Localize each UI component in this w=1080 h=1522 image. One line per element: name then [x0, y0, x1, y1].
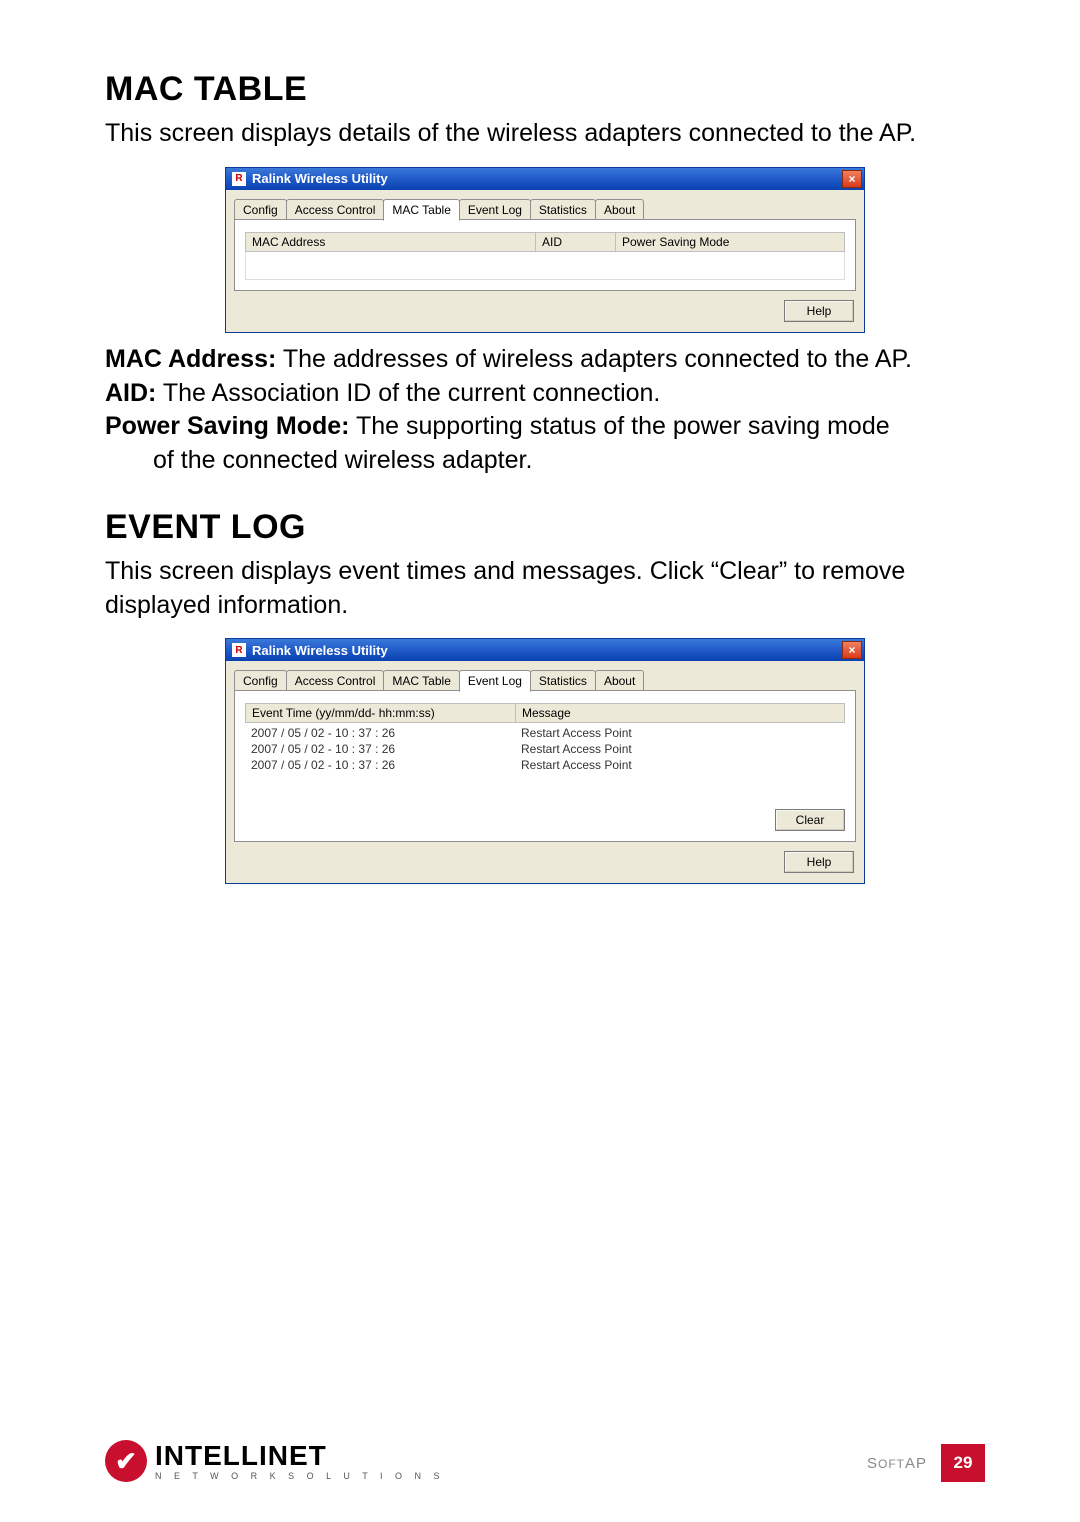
tab-config[interactable]: Config — [234, 199, 287, 221]
section-label: SOFTAP — [867, 1455, 927, 1472]
page-footer: ✔ INTELLINET N E T W O R K S O L U T I O… — [105, 1440, 985, 1482]
table-row[interactable]: 2007 / 05 / 02 - 10 : 37 : 26 Restart Ac… — [245, 741, 845, 757]
mac-address-term: MAC Address: — [105, 345, 276, 373]
tab-mac-table[interactable]: MAC Table — [383, 199, 459, 221]
close-icon[interactable]: × — [842, 170, 862, 188]
tab-access-control[interactable]: Access Control — [286, 199, 385, 221]
brand-name: INTELLINET — [155, 1442, 445, 1470]
mac-table-panel: MAC Address AID Power Saving Mode — [234, 219, 856, 291]
window-title: Ralink Wireless Utility — [252, 643, 388, 658]
tab-about[interactable]: About — [595, 670, 644, 692]
cell-message: Restart Access Point — [515, 757, 638, 773]
tabstrip: Config Access Control MAC Table Event Lo… — [226, 661, 864, 691]
table-header: Event Time (yy/mm/dd- hh:mm:ss) Message — [245, 703, 845, 723]
col-aid[interactable]: AID — [535, 232, 615, 252]
window-title: Ralink Wireless Utility — [252, 171, 388, 186]
tab-about[interactable]: About — [595, 199, 644, 221]
close-icon[interactable]: × — [842, 641, 862, 659]
tab-event-log[interactable]: Event Log — [459, 670, 531, 692]
tab-access-control[interactable]: Access Control — [286, 670, 385, 692]
brand-tagline: N E T W O R K S O L U T I O N S — [155, 1472, 445, 1481]
help-button[interactable]: Help — [784, 851, 854, 873]
mac-table-definitions: MAC Address: The addresses of wireless a… — [105, 343, 985, 478]
ralink-window-event-log: R Ralink Wireless Utility × Config Acces… — [225, 638, 865, 884]
clear-button[interactable]: Clear — [775, 809, 845, 831]
event-log-heading: EVENT LOG — [105, 508, 985, 547]
cell-time: 2007 / 05 / 02 - 10 : 37 : 26 — [245, 741, 515, 757]
cell-message: Restart Access Point — [515, 741, 638, 757]
titlebar: R Ralink Wireless Utility × — [226, 168, 864, 190]
cell-message: Restart Access Point — [515, 725, 638, 741]
aid-def: The Association ID of the current connec… — [156, 379, 660, 407]
tab-config[interactable]: Config — [234, 670, 287, 692]
ralink-window-mac-table: R Ralink Wireless Utility × Config Acces… — [225, 167, 865, 333]
aid-term: AID: — [105, 379, 156, 407]
event-log-rows: 2007 / 05 / 02 - 10 : 37 : 26 Restart Ac… — [245, 723, 845, 801]
app-icon: R — [232, 172, 246, 186]
titlebar: R Ralink Wireless Utility × — [226, 639, 864, 661]
table-row[interactable]: 2007 / 05 / 02 - 10 : 37 : 26 Restart Ac… — [245, 725, 845, 741]
col-power-saving-mode[interactable]: Power Saving Mode — [615, 232, 845, 252]
table-header: MAC Address AID Power Saving Mode — [245, 232, 845, 252]
page-number: 29 — [941, 1444, 985, 1482]
col-mac-address[interactable]: MAC Address — [245, 232, 535, 252]
tab-mac-table[interactable]: MAC Table — [383, 670, 459, 692]
col-message[interactable]: Message — [515, 703, 845, 723]
table-row[interactable]: 2007 / 05 / 02 - 10 : 37 : 26 Restart Ac… — [245, 757, 845, 773]
app-icon: R — [232, 643, 246, 657]
cell-time: 2007 / 05 / 02 - 10 : 37 : 26 — [245, 757, 515, 773]
tab-statistics[interactable]: Statistics — [530, 670, 596, 692]
brand-logo-icon: ✔ — [105, 1440, 147, 1482]
empty-table-body — [245, 252, 845, 280]
mac-table-heading: MAC TABLE — [105, 70, 985, 109]
event-log-intro: This screen displays event times and mes… — [105, 555, 985, 623]
tabstrip: Config Access Control MAC Table Event Lo… — [226, 190, 864, 220]
mac-table-intro: This screen displays details of the wire… — [105, 117, 985, 151]
event-log-panel: Event Time (yy/mm/dd- hh:mm:ss) Message … — [234, 690, 856, 842]
tab-statistics[interactable]: Statistics — [530, 199, 596, 221]
tab-event-log[interactable]: Event Log — [459, 199, 531, 221]
psm-def2: of the connected wireless adapter. — [153, 446, 532, 474]
help-button[interactable]: Help — [784, 300, 854, 322]
psm-term: Power Saving Mode: — [105, 412, 349, 440]
col-event-time[interactable]: Event Time (yy/mm/dd- hh:mm:ss) — [245, 703, 515, 723]
mac-address-def: The addresses of wireless adapters conne… — [276, 345, 912, 373]
psm-def1: The supporting status of the power savin… — [349, 412, 889, 440]
brand: ✔ INTELLINET N E T W O R K S O L U T I O… — [105, 1440, 445, 1482]
cell-time: 2007 / 05 / 02 - 10 : 37 : 26 — [245, 725, 515, 741]
